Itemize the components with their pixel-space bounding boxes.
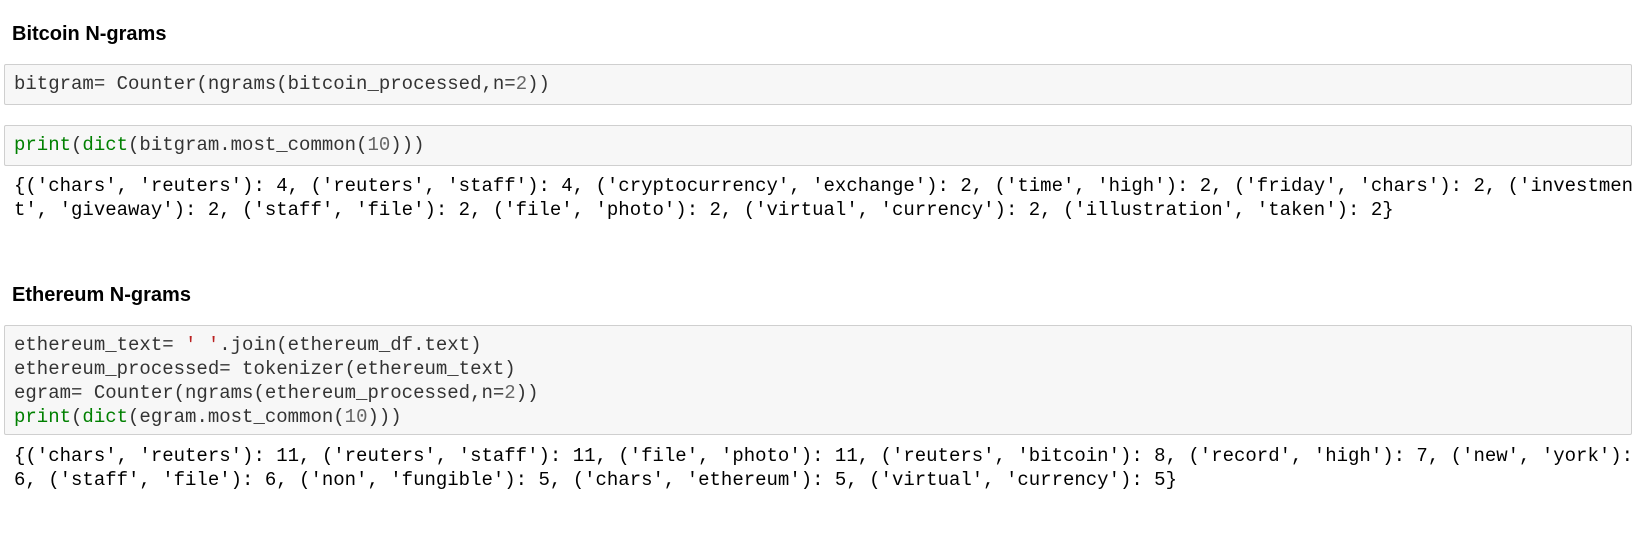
code-line: bitgram= Counter(ngrams(bitcoin_processe…	[14, 72, 1622, 96]
code-token: ethereum_text=	[14, 334, 186, 356]
output-egram: {('chars', 'reuters'): 11, ('reuters', '…	[14, 445, 1645, 491]
code-token: ethereum_processed= tokenizer(ethereum_t…	[14, 358, 516, 380]
code-keyword: dict	[82, 134, 129, 156]
code-line: print(dict(bitgram.most_common(10)))	[14, 133, 1622, 157]
code-token: ))	[527, 73, 550, 95]
code-token: egram= Counter(ngrams(ethereum_processed…	[14, 382, 505, 404]
code-string: ' '	[185, 334, 220, 356]
code-line: ethereum_processed= tokenizer(ethereum_t…	[14, 357, 1622, 381]
notebook: Bitcoin N-grams bitgram= Counter(ngrams(…	[0, 0, 1645, 545]
code-cell-ethereum[interactable]: ethereum_text= ' '.join(ethereum_df.text…	[4, 325, 1632, 435]
code-token: (bitgram.most_common(	[128, 134, 368, 156]
code-keyword: print	[14, 406, 72, 428]
code-token: )))	[390, 134, 425, 156]
code-line: ethereum_text= ' '.join(ethereum_df.text…	[14, 333, 1622, 357]
code-cell-bitgram[interactable]: bitgram= Counter(ngrams(bitcoin_processe…	[4, 64, 1632, 105]
code-token: (egram.most_common(	[128, 406, 345, 428]
output-bitgram: {('chars', 'reuters'): 4, ('reuters', 's…	[14, 175, 1634, 221]
code-keyword: dict	[82, 406, 129, 428]
code-token: (	[71, 134, 83, 156]
code-token: ))	[515, 382, 539, 404]
code-number: 2	[515, 73, 528, 95]
code-token: )))	[367, 406, 402, 428]
heading-ethereum-ngrams: Ethereum N-grams	[12, 284, 191, 306]
code-number: 10	[344, 406, 368, 428]
code-token: bitgram= Counter(ngrams(bitcoin_processe…	[14, 73, 516, 95]
code-cell-print-bitgram[interactable]: print(dict(bitgram.most_common(10)))	[4, 125, 1632, 166]
code-line: egram= Counter(ngrams(ethereum_processed…	[14, 381, 1622, 405]
heading-bitcoin-ngrams: Bitcoin N-grams	[12, 23, 167, 45]
code-token: (	[71, 406, 83, 428]
code-keyword: print	[14, 134, 72, 156]
code-number: 10	[367, 134, 391, 156]
code-number: 2	[504, 382, 516, 404]
code-line: print(dict(egram.most_common(10)))	[14, 405, 1622, 429]
code-token: .join(ethereum_df.text)	[219, 334, 482, 356]
